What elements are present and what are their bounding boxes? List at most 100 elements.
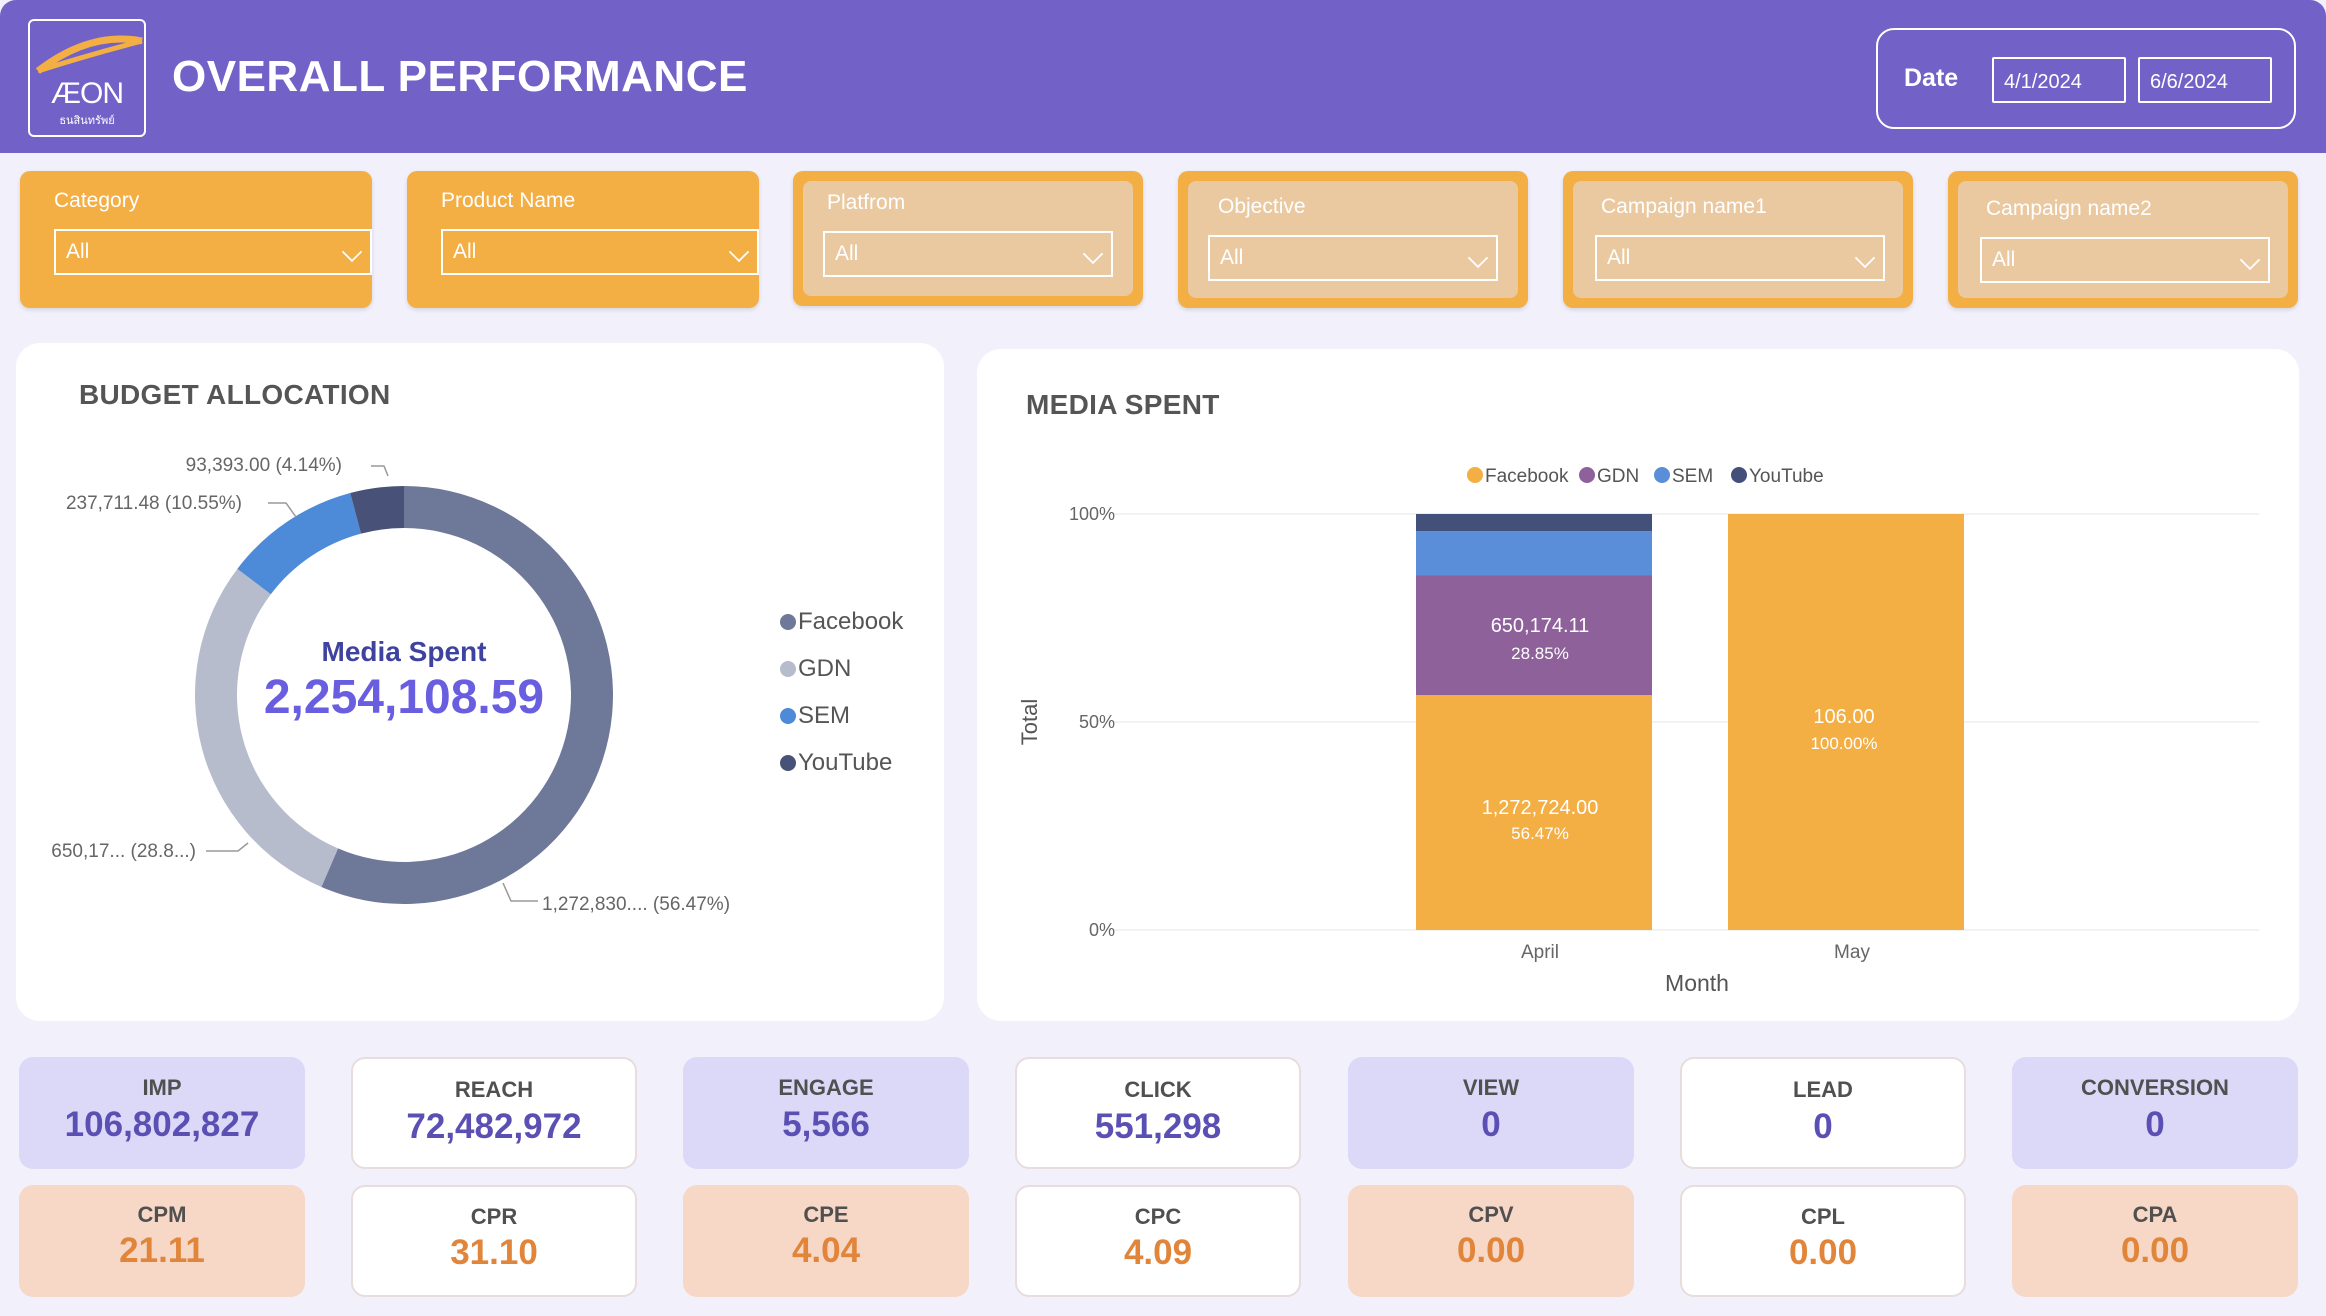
gdn-slice-label: 650,17... (28.8...) <box>51 841 196 862</box>
y-axis-title: Total <box>1017 699 1042 745</box>
filter-label: Campaign name1 <box>1601 195 1767 218</box>
cost-card-cpl: CPL 0.00 <box>1680 1185 1966 1297</box>
campaign-name1-dropdown[interactable]: All <box>1595 235 1885 281</box>
youtube-slice-label: 93,393.00 (4.14%) <box>186 455 342 476</box>
filter-objective[interactable]: Objective All <box>1178 171 1528 308</box>
kpi-label: CPC <box>1134 1204 1182 1229</box>
kpi-label: REACH <box>454 1077 534 1102</box>
legend-label-youtube[interactable]: YouTube <box>1749 466 1824 487</box>
kpi-label: CLICK <box>1124 1077 1192 1102</box>
dropdown-value: All <box>1220 246 1244 269</box>
y-tick-label: 50% <box>1079 712 1115 732</box>
chevron-down-icon <box>1854 247 1876 269</box>
cost-card-cpr: CPR 31.10 <box>351 1185 637 1297</box>
kpi-label: ENGAGE <box>778 1075 874 1100</box>
kpi-value: 5,566 <box>782 1105 870 1144</box>
kpi-value: 72,482,972 <box>406 1107 582 1146</box>
legend-label-facebook[interactable]: Facebook <box>798 608 904 635</box>
bar-segment-april-sem[interactable] <box>1416 531 1652 576</box>
media-spent-card: MEDIA SPENT Facebook GDN SEM YouTube 100% 50… <box>977 349 2299 1021</box>
bar-segment-april-youtube[interactable] <box>1416 513 1652 532</box>
apr-facebook-pct-label: 56.47% <box>1511 824 1569 843</box>
kpi-card-reach: REACH 72,482,972 <box>351 1057 637 1169</box>
kpi-value: 21.11 <box>119 1231 205 1270</box>
chevron-down-icon <box>2239 249 2261 271</box>
donut-slice-gdn[interactable] <box>194 568 338 887</box>
dropdown-value: All <box>66 240 90 263</box>
leader-line <box>371 465 389 477</box>
product-name-dropdown[interactable]: All <box>441 229 759 275</box>
chevron-down-icon <box>1467 247 1489 269</box>
cost-card-cpv: CPV 0.00 <box>1348 1185 1634 1297</box>
legend-label-facebook[interactable]: Facebook <box>1485 466 1569 487</box>
leader-line <box>268 502 297 518</box>
legend-label-gdn[interactable]: GDN <box>798 655 851 682</box>
kpi-label: CPV <box>1468 1202 1514 1227</box>
campaign-name2-dropdown[interactable]: All <box>1980 237 2270 283</box>
may-facebook-pct-label: 100.00% <box>1810 734 1877 753</box>
filter-label: Campaign name2 <box>1986 197 2152 220</box>
legend-marker-gdn <box>780 661 796 677</box>
filter-platform[interactable]: Platfrom All <box>793 171 1143 306</box>
apr-gdn-value-label: 650,174.11 <box>1491 615 1590 637</box>
filter-label: Product Name <box>441 189 576 212</box>
filter-category[interactable]: Category All <box>20 171 372 308</box>
filter-campaign-name2[interactable]: Campaign name2 All <box>1948 171 2298 308</box>
date-end-input[interactable]: 6/6/2024 <box>2138 57 2272 103</box>
kpi-value: 551,298 <box>1094 1107 1222 1146</box>
kpi-value: 106,802,827 <box>64 1105 260 1144</box>
chevron-down-icon <box>341 241 363 263</box>
filter-campaign-name1[interactable]: Campaign name1 All <box>1563 171 1913 308</box>
filter-label: Objective <box>1218 195 1306 218</box>
kpi-card-imp: IMP 106,802,827 <box>19 1057 305 1169</box>
cost-card-cpe: CPE 4.04 <box>683 1185 969 1297</box>
kpi-card-conversion: CONVERSION 0 <box>2012 1057 2298 1169</box>
date-range-filter: Date 4/1/2024 6/6/2024 <box>1876 28 2296 129</box>
kpi-label: LEAD <box>1793 1077 1853 1102</box>
legend-label-sem[interactable]: SEM <box>798 702 850 729</box>
y-tick-label: 0% <box>1089 920 1115 940</box>
kpi-label: CONVERSION <box>2081 1075 2229 1100</box>
cost-card-cpa: CPA 0.00 <box>2012 1185 2298 1297</box>
kpi-value: 4.09 <box>1123 1233 1193 1272</box>
legend-label-gdn[interactable]: GDN <box>1597 466 1639 487</box>
date-start-input[interactable]: 4/1/2024 <box>1992 57 2126 103</box>
kpi-label: CPE <box>803 1202 849 1227</box>
y-tick-label: 100% <box>1069 504 1115 524</box>
page-title: OVERALL PERFORMANCE <box>172 52 748 101</box>
legend-marker-sem <box>1654 467 1670 483</box>
kpi-value: 0.00 <box>2120 1231 2190 1270</box>
legend-label-youtube[interactable]: YouTube <box>798 749 892 776</box>
donut-slice-sem[interactable] <box>237 493 362 595</box>
budget-allocation-card: BUDGET ALLOCATION 93,393.00 (4.14%) 237,… <box>16 343 944 1021</box>
objective-dropdown[interactable]: All <box>1208 235 1498 281</box>
platform-dropdown[interactable]: All <box>823 231 1113 277</box>
kpi-label: CPR <box>470 1204 518 1229</box>
category-dropdown[interactable]: All <box>54 229 372 275</box>
kpi-value: 0 <box>1481 1105 1501 1144</box>
legend-marker-youtube <box>780 755 796 771</box>
dropdown-value: All <box>1607 246 1631 269</box>
legend-label-sem[interactable]: SEM <box>1672 466 1713 487</box>
kpi-label: CPA <box>2132 1202 2178 1227</box>
leader-line <box>206 842 249 852</box>
dropdown-value: All <box>1992 248 2016 271</box>
donut-center-label: Media Spent <box>322 636 487 667</box>
may-facebook-value-label: 106.00 <box>1813 706 1874 728</box>
apr-facebook-value-label: 1,272,724.00 <box>1482 797 1599 819</box>
kpi-value: 0.00 <box>1456 1231 1526 1270</box>
filter-label: Platfrom <box>827 191 906 214</box>
kpi-value: 0 <box>1813 1107 1833 1146</box>
kpi-label: CPM <box>137 1202 187 1227</box>
filter-product-name[interactable]: Product Name All <box>407 171 759 308</box>
chevron-down-icon <box>728 241 750 263</box>
kpi-card-engage: ENGAGE 5,566 <box>683 1057 969 1169</box>
kpi-value: 0.00 <box>1788 1233 1858 1272</box>
kpi-card-click: CLICK 551,298 <box>1015 1057 1301 1169</box>
legend-marker-youtube <box>1731 467 1747 483</box>
legend-marker-facebook <box>780 614 796 630</box>
kpi-label: CPL <box>1801 1204 1845 1229</box>
kpi-label: IMP <box>142 1075 182 1100</box>
legend-marker-sem <box>780 708 796 724</box>
leader-line <box>502 882 538 902</box>
